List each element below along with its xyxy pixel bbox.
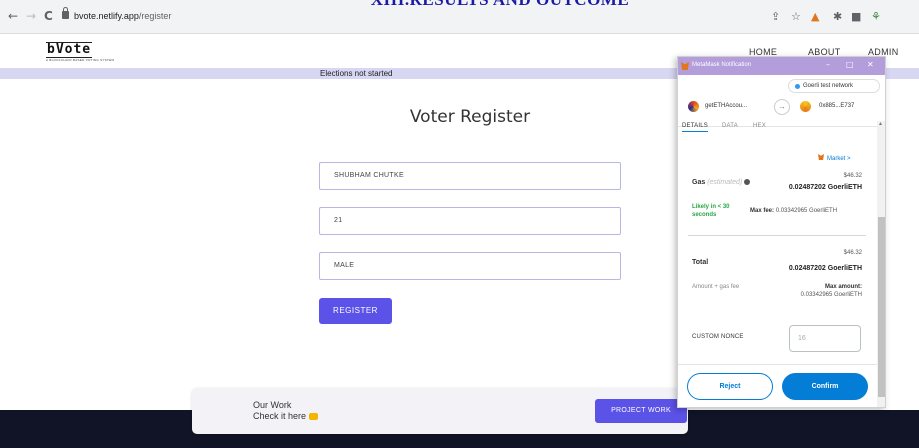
total-usd: $46.32 [843, 250, 862, 256]
network-selector[interactable]: Goerli test network [788, 79, 880, 93]
forward-button[interactable]: → [26, 9, 36, 23]
metamask-extension-icon[interactable]: ▲ [811, 10, 819, 23]
divider [688, 235, 866, 236]
metamask-popup: MetaMask Notification – □ ✕ Goerli test … [677, 56, 886, 408]
to-account-address[interactable]: 0x885...E737 [819, 103, 854, 109]
url-text[interactable]: bvote.netlify.app/register [74, 11, 171, 21]
close-icon[interactable]: ✕ [867, 60, 874, 69]
document-heading: XIII.RESULTS AND OUTCOME [300, 0, 700, 10]
total-label: Total [692, 259, 709, 266]
reject-button[interactable]: Reject [687, 373, 773, 400]
gas-usd: $46.32 [843, 173, 862, 179]
gas-label: Gas (estimated) [692, 179, 751, 186]
custom-nonce-label: CUSTOM NONCE [692, 334, 744, 340]
name-input[interactable]: SHUBHAM CHUTKE [319, 162, 621, 190]
custom-nonce-input[interactable]: 16 [789, 325, 861, 352]
site-logo-subtitle: A BLOCKCHAIN BASED VOTING SYSTEM [46, 58, 115, 62]
site-logo[interactable]: bVote [46, 42, 93, 58]
back-button[interactable]: ← [8, 9, 18, 23]
register-button[interactable]: REGISTER [319, 298, 392, 324]
extensions-puzzle-icon[interactable]: ✱ [833, 10, 842, 23]
window-icon[interactable]: ■ [851, 10, 861, 23]
total-eth: 0.02487202 GoerliETH [788, 265, 862, 272]
max-amount-label: Max amount: [824, 284, 862, 290]
info-icon[interactable] [744, 179, 751, 185]
from-account-name[interactable]: getETHAccou... [705, 103, 747, 109]
scroll-up-arrow-icon[interactable]: ▲ [878, 121, 883, 127]
minimize-icon[interactable]: – [826, 60, 830, 69]
amount-gas-label: Amount + gas fee [692, 284, 740, 290]
bookmark-star-icon[interactable]: ☆ [791, 10, 801, 23]
gas-max-fee: Max fee: 0.03342965 GoerliETH [750, 208, 838, 214]
popup-title: MetaMask Notification [692, 62, 752, 68]
network-status-dot [795, 84, 800, 89]
age-input[interactable]: 21 [319, 207, 621, 235]
maximize-icon[interactable]: □ [846, 60, 854, 69]
arrow-right-icon: → [774, 99, 790, 115]
lock-icon [62, 7, 69, 19]
our-work-text: Our Work Check it here [253, 400, 319, 422]
market-link[interactable]: Market > [818, 154, 851, 162]
project-work-button[interactable]: PROJECT WORK [595, 399, 687, 423]
from-account-avatar [688, 101, 699, 112]
footer-divider [678, 364, 877, 365]
market-fox-icon [818, 154, 824, 160]
tab-data[interactable]: DATA [722, 123, 738, 129]
to-account-avatar [800, 101, 811, 112]
gas-eth: 0.02487202 GoerliETH [788, 184, 862, 191]
share-icon[interactable]: ⇪ [771, 10, 780, 23]
max-amount-value: 0.03342965 GoerliETH [800, 292, 862, 298]
confirm-button[interactable]: Confirm [782, 373, 868, 400]
profile-icon[interactable]: ⚘ [871, 10, 881, 23]
tab-details[interactable]: DETAILS [682, 123, 708, 132]
election-status: Elections not started [320, 69, 393, 78]
tab-hex[interactable]: HEX [753, 123, 766, 129]
reload-button[interactable]: C [44, 9, 53, 23]
page-title: Voter Register [409, 107, 531, 127]
gender-input[interactable]: MALE [319, 252, 621, 280]
pointing-hand-icon [309, 413, 319, 420]
gas-likely-time: Likely in < 30 seconds [692, 204, 730, 218]
scrollbar-thumb[interactable] [878, 217, 885, 397]
